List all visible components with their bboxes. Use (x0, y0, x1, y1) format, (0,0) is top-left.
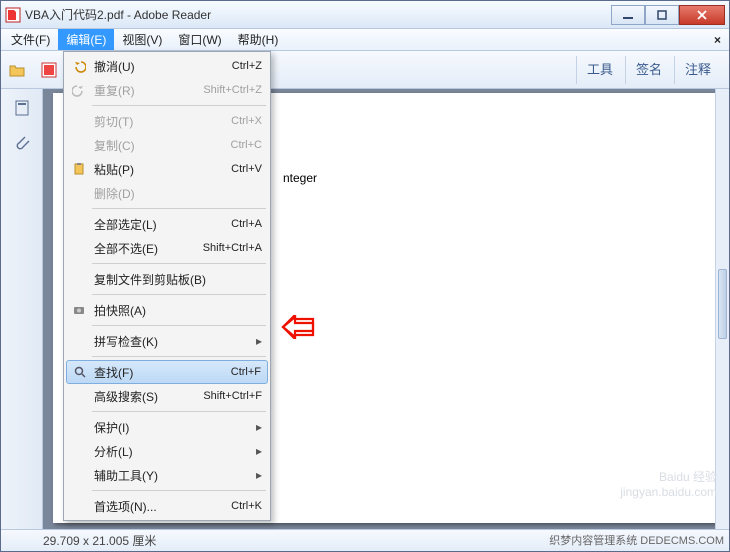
edit-menu-dropdown: 撤消(U)Ctrl+Z 重复(R)Shift+Ctrl+Z 剪切(T)Ctrl+… (63, 51, 271, 521)
toolbar-right: 工具 签名 注释 (576, 56, 727, 84)
menu-copy-to-clipboard[interactable]: 复制文件到剪贴板(B) (66, 267, 268, 291)
callout-arrow-icon (281, 315, 315, 339)
menu-separator (92, 356, 266, 357)
submenu-arrow-icon: ▸ (256, 420, 262, 434)
save-pdf-button[interactable] (35, 56, 63, 84)
app-window: VBA入门代码2.pdf - Adobe Reader 文件(F) 编辑(E) … (0, 0, 730, 552)
menu-separator (92, 208, 266, 209)
menu-view[interactable]: 视图(V) (114, 29, 170, 50)
menu-separator (92, 263, 266, 264)
menu-window[interactable]: 窗口(W) (170, 29, 229, 50)
menu-separator (92, 105, 266, 106)
minimize-button[interactable] (611, 5, 645, 25)
menu-separator (92, 490, 266, 491)
scroll-thumb[interactable] (718, 269, 727, 339)
camera-icon (71, 302, 87, 318)
submenu-arrow-icon: ▸ (256, 334, 262, 348)
menu-delete: 删除(D) (66, 181, 268, 205)
menubar: 文件(F) 编辑(E) 视图(V) 窗口(W) 帮助(H) × (1, 29, 729, 51)
menu-advanced-search[interactable]: 高级搜索(S)Shift+Ctrl+F (66, 384, 268, 408)
close-button[interactable] (679, 5, 725, 25)
menu-separator (92, 294, 266, 295)
sign-link[interactable]: 签名 (625, 56, 672, 84)
menu-copy: 复制(C)Ctrl+C (66, 133, 268, 157)
window-title: VBA入门代码2.pdf - Adobe Reader (25, 6, 611, 23)
paste-icon (71, 161, 87, 177)
vertical-scrollbar[interactable] (715, 89, 729, 529)
titlebar: VBA入门代码2.pdf - Adobe Reader (1, 1, 729, 29)
document-text: nteger (283, 171, 317, 185)
menu-analyze[interactable]: 分析(L)▸ (66, 439, 268, 463)
maximize-button[interactable] (645, 5, 679, 25)
menu-help[interactable]: 帮助(H) (230, 29, 287, 50)
menu-snapshot[interactable]: 拍快照(A) (66, 298, 268, 322)
notes-link[interactable]: 注释 (674, 56, 721, 84)
menu-accessibility[interactable]: 辅助工具(Y)▸ (66, 463, 268, 487)
pdf-app-icon (5, 7, 21, 23)
menu-cut: 剪切(T)Ctrl+X (66, 109, 268, 133)
menu-paste[interactable]: 粘贴(P)Ctrl+V (66, 157, 268, 181)
menu-file[interactable]: 文件(F) (3, 29, 58, 50)
menu-find[interactable]: 查找(F)Ctrl+F (66, 360, 268, 384)
attachments-icon[interactable] (11, 131, 33, 153)
search-icon (72, 364, 88, 380)
menu-redo: 重复(R)Shift+Ctrl+Z (66, 78, 268, 102)
thumbnails-icon[interactable] (11, 97, 33, 119)
redo-icon (71, 82, 87, 98)
page-dimensions: 29.709 x 21.005 厘米 (43, 532, 156, 549)
menu-edit[interactable]: 编辑(E) (58, 29, 114, 50)
menu-undo[interactable]: 撤消(U)Ctrl+Z (66, 54, 268, 78)
open-file-button[interactable] (3, 56, 31, 84)
submenu-arrow-icon: ▸ (256, 444, 262, 458)
window-controls (611, 5, 725, 25)
page-caption: 织梦内容管理系统 DEDECMS.COM (549, 532, 724, 548)
menubar-close-icon[interactable]: × (706, 29, 729, 50)
tools-link[interactable]: 工具 (576, 56, 623, 84)
menu-preferences[interactable]: 首选项(N)...Ctrl+K (66, 494, 268, 518)
menu-protect[interactable]: 保护(I)▸ (66, 415, 268, 439)
menu-spellcheck[interactable]: 拼写检查(K)▸ (66, 329, 268, 353)
undo-icon (71, 58, 87, 74)
menu-select-all[interactable]: 全部选定(L)Ctrl+A (66, 212, 268, 236)
menu-select-none[interactable]: 全部不选(E)Shift+Ctrl+A (66, 236, 268, 260)
sidebar (1, 89, 43, 529)
menu-separator (92, 325, 266, 326)
submenu-arrow-icon: ▸ (256, 468, 262, 482)
menu-separator (92, 411, 266, 412)
